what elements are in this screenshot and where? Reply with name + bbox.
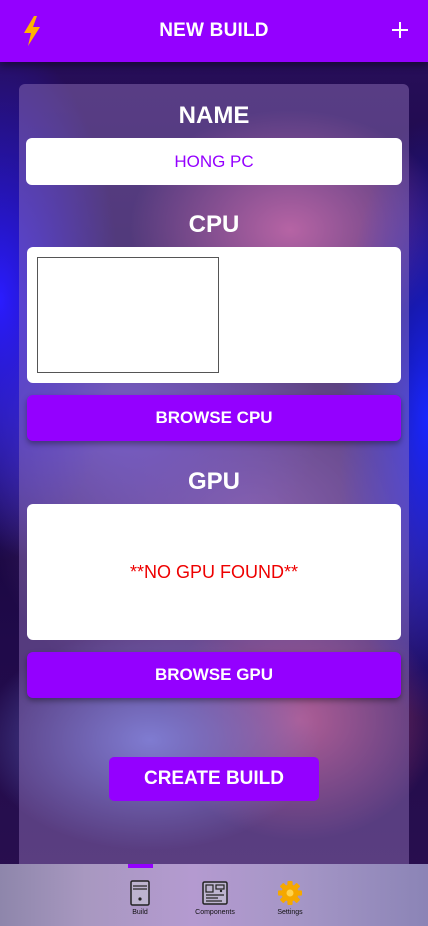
tab-settings-label: Settings <box>277 909 303 916</box>
tab-settings[interactable]: Settings <box>260 880 320 920</box>
motherboard-icon <box>202 881 228 905</box>
gear-icon <box>278 881 302 905</box>
page-title: NEW BUILD <box>159 20 269 41</box>
gpu-card: **NO GPU FOUND** <box>27 504 401 640</box>
build-name-field[interactable]: HONG PC <box>26 138 402 185</box>
cpu-section-title: CPU <box>188 211 240 238</box>
cpu-card <box>27 247 401 383</box>
lightning-bolt-icon[interactable] <box>21 16 43 46</box>
browse-gpu-button[interactable]: BROWSE GPU <box>27 652 401 698</box>
active-tab-indicator <box>128 864 153 868</box>
tab-build-label: Build <box>132 909 148 916</box>
create-build-button[interactable]: CREATE BUILD <box>109 757 319 801</box>
browse-cpu-button[interactable]: BROWSE CPU <box>27 395 401 441</box>
tab-build[interactable]: Build <box>110 880 170 920</box>
gpu-section-title: GPU <box>187 468 240 495</box>
cpu-image-placeholder <box>37 257 219 373</box>
name-section-title: NAME <box>178 102 250 129</box>
app-header: NEW BUILD <box>0 0 428 62</box>
tab-components[interactable]: Components <box>185 880 245 920</box>
plus-icon[interactable] <box>392 22 408 38</box>
pc-tower-icon <box>130 880 150 906</box>
tab-components-label: Components <box>195 909 235 916</box>
no-gpu-message: **NO GPU FOUND** <box>129 561 299 582</box>
